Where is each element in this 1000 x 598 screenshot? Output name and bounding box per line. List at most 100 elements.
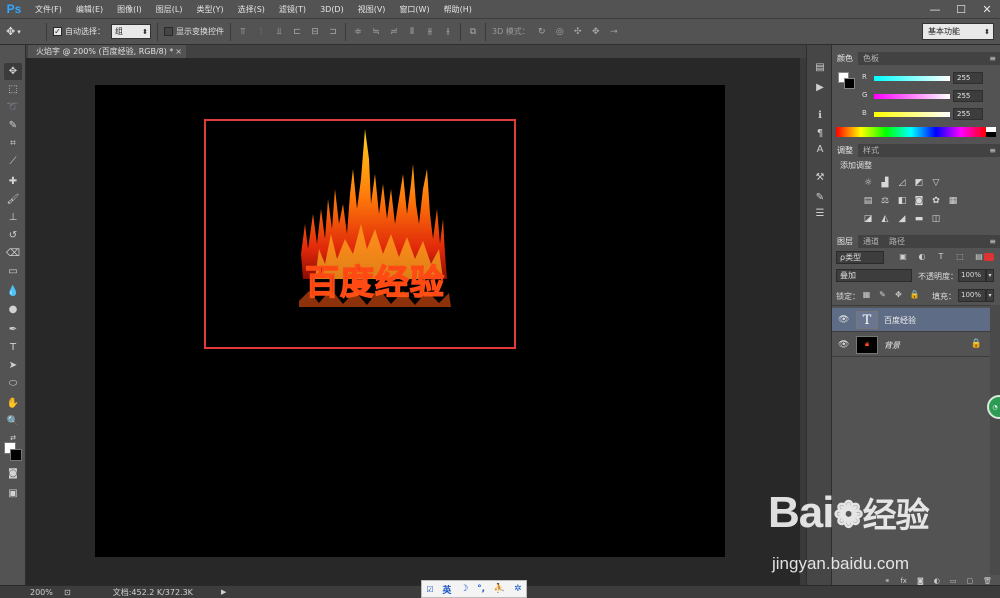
menu-select[interactable]: 选择(S): [231, 0, 272, 19]
history-brush-tool-icon[interactable]: ↺: [4, 227, 22, 244]
distribute-vcenter-icon[interactable]: ≒: [370, 26, 382, 38]
menu-file[interactable]: 文件(F): [28, 0, 69, 19]
auto-select-checkbox[interactable]: ✓: [53, 27, 62, 36]
lasso-tool-icon[interactable]: ➰: [4, 99, 22, 116]
red-track[interactable]: [874, 76, 950, 81]
quick-select-tool-icon[interactable]: ✎: [4, 117, 22, 134]
auto-select-target-select[interactable]: 组 ⬍: [111, 24, 151, 39]
auto-align-icon[interactable]: ⧉: [467, 26, 479, 38]
panel-menu-icon[interactable]: ≡: [989, 235, 996, 248]
red-value[interactable]: 255: [953, 72, 983, 84]
lock-pixels-icon[interactable]: ✎: [878, 289, 887, 299]
info-icon[interactable]: ℹ: [811, 107, 829, 123]
tab-adjustments[interactable]: 调整: [832, 144, 858, 157]
brightness-icon[interactable]: ☼: [862, 177, 874, 189]
marquee-tool-icon[interactable]: ⬚: [4, 81, 22, 98]
green-value[interactable]: 255: [953, 90, 983, 102]
maximize-button[interactable]: ☐: [948, 0, 974, 19]
shape-tool-icon[interactable]: ⬭: [4, 375, 22, 392]
tab-layers[interactable]: 图层: [832, 235, 858, 248]
path-select-tool-icon[interactable]: ➤: [4, 357, 22, 374]
color-balance-icon[interactable]: ⚖: [879, 195, 891, 207]
brush-presets-icon[interactable]: ✎: [811, 189, 829, 205]
3d-rotate-icon[interactable]: ↻: [536, 26, 548, 38]
eyedropper-tool-icon[interactable]: ⟋: [4, 153, 22, 170]
punctuation-icon[interactable]: °,: [477, 584, 485, 594]
document-canvas[interactable]: 百度经验: [95, 85, 725, 557]
chevron-right-icon[interactable]: ▶: [221, 588, 226, 596]
menu-help[interactable]: 帮助(H): [437, 0, 479, 19]
quick-mask-icon[interactable]: ◙: [4, 465, 22, 482]
new-adjustment-icon[interactable]: ◐: [934, 577, 940, 585]
export-icon[interactable]: ⊡: [64, 588, 71, 597]
opacity-input[interactable]: 100%: [958, 269, 986, 282]
background-color-swatch[interactable]: [10, 449, 22, 461]
lock-all-icon[interactable]: 🔒: [910, 289, 920, 299]
chevron-down-icon[interactable]: ▾: [986, 289, 994, 302]
lock-position-icon[interactable]: ✥: [894, 289, 903, 299]
layer-row[interactable]: 👁 背景 🔒: [832, 333, 990, 357]
panel-menu-icon[interactable]: ≡: [989, 144, 996, 157]
new-group-icon[interactable]: ▭: [950, 577, 957, 585]
move-tool-icon[interactable]: ✥: [4, 63, 22, 80]
layer-row[interactable]: 👁 T 百度经验: [832, 308, 990, 332]
zoom-tool-icon[interactable]: 🔍: [4, 413, 22, 430]
channel-mixer-icon[interactable]: ✿: [930, 195, 942, 207]
posterize-icon[interactable]: ◭: [879, 213, 891, 225]
color-spectrum[interactable]: [836, 127, 986, 137]
red-slider[interactable]: R 255: [862, 72, 997, 86]
layer-style-icon[interactable]: fx: [900, 577, 907, 585]
align-bottom-icon[interactable]: ⫫: [273, 26, 285, 38]
3d-pan-icon[interactable]: ✣: [572, 26, 584, 38]
clone-stamp-tool-icon[interactable]: ⊥: [4, 209, 22, 226]
menu-image[interactable]: 图像(I): [110, 0, 149, 19]
type-filter-icon[interactable]: T: [936, 251, 946, 262]
document-tab[interactable]: 火焰字 @ 200% (百度经验, RGB/8) * ×: [28, 45, 186, 58]
gradient-map-icon[interactable]: ▬: [913, 213, 925, 225]
align-right-icon[interactable]: ⊐: [327, 26, 339, 38]
paragraph-icon[interactable]: ¶: [811, 125, 829, 141]
show-transform-checkbox[interactable]: [164, 27, 173, 36]
type-tool-icon[interactable]: T: [4, 339, 22, 356]
healing-brush-tool-icon[interactable]: ✚: [4, 173, 22, 190]
adjustment-filter-icon[interactable]: ◐: [917, 251, 927, 262]
move-tool-preset[interactable]: ✥ ▾: [6, 21, 40, 43]
levels-icon[interactable]: ▟: [879, 177, 891, 189]
lock-transparency-icon[interactable]: ▦: [862, 289, 871, 299]
eye-icon[interactable]: 👁: [838, 315, 849, 325]
threshold-icon[interactable]: ◢: [896, 213, 908, 225]
tab-paths[interactable]: 路径: [884, 235, 910, 248]
black-white-icon[interactable]: ◧: [896, 195, 908, 207]
show-transform-option[interactable]: 显示变换控件: [164, 26, 224, 37]
blue-slider[interactable]: B 255: [862, 108, 997, 122]
shape-filter-icon[interactable]: ⬚: [955, 251, 965, 262]
3d-scale-icon[interactable]: ⊸: [608, 26, 620, 38]
curves-icon[interactable]: ◿: [896, 177, 908, 189]
blue-value[interactable]: 255: [953, 108, 983, 120]
eraser-tool-icon[interactable]: ⌫: [4, 245, 22, 262]
green-track[interactable]: [874, 94, 950, 99]
image-filter-icon[interactable]: ▣: [898, 251, 908, 262]
add-mask-icon[interactable]: ◙: [917, 577, 924, 585]
background-color-swatch[interactable]: [844, 78, 855, 89]
delete-layer-icon[interactable]: 🗑: [983, 577, 992, 585]
distribute-top-icon[interactable]: ≑: [352, 26, 364, 38]
align-vcenter-icon[interactable]: ⫶: [255, 26, 267, 38]
menu-layer[interactable]: 图层(L): [149, 0, 190, 19]
distribute-bottom-icon[interactable]: ≓: [388, 26, 400, 38]
tab-styles[interactable]: 样式: [858, 144, 884, 157]
panel-menu-icon[interactable]: ≡: [989, 52, 996, 65]
align-left-icon[interactable]: ⊏: [291, 26, 303, 38]
ime-language[interactable]: 英: [442, 583, 451, 596]
close-icon[interactable]: ×: [175, 45, 182, 58]
align-hcenter-icon[interactable]: ⊟: [309, 26, 321, 38]
dodge-tool-icon[interactable]: ●: [4, 301, 22, 318]
blend-mode-select[interactable]: 叠加: [836, 269, 912, 282]
menu-filter[interactable]: 滤镜(T): [272, 0, 313, 19]
3d-roll-icon[interactable]: ◎: [554, 26, 566, 38]
layer-name[interactable]: 背景: [884, 340, 900, 351]
menu-view[interactable]: 视图(V): [351, 0, 393, 19]
blue-track[interactable]: [874, 112, 950, 117]
filter-toggle-switch[interactable]: [984, 253, 994, 261]
crop-tool-icon[interactable]: ⌗: [4, 135, 22, 152]
